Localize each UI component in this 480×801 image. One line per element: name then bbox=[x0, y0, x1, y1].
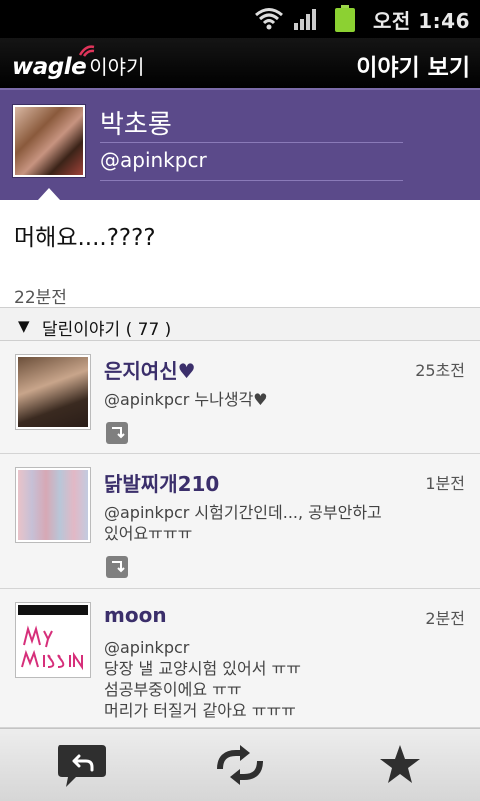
replies-count-label: 달린이야기 ( 77 ) bbox=[42, 320, 172, 340]
profile-handle[interactable]: @apinkpcr bbox=[100, 148, 207, 172]
avatar[interactable] bbox=[12, 104, 86, 178]
logo-wave-icon bbox=[78, 42, 96, 61]
reply-line: @apinkpcr 시험기간인데..., 공부안하고 bbox=[104, 503, 382, 522]
reply-arrow-icon[interactable] bbox=[106, 556, 128, 578]
bottom-toolbar bbox=[0, 728, 480, 801]
reply-time: 25초전 bbox=[415, 361, 465, 380]
app-logo: wagle 이야기 bbox=[12, 45, 145, 80]
list-item[interactable]: moon 2분전 @apinkpcr 당장 낼 교양시험 있어서 ㅠㅠ 섬공부중… bbox=[0, 589, 480, 728]
reply-line: 당장 낼 교양시험 있어서 ㅠㅠ bbox=[104, 659, 301, 678]
profile-name[interactable]: 박초롱 bbox=[100, 104, 172, 141]
collapse-triangle-icon: ▼ bbox=[18, 317, 30, 335]
reply-button[interactable] bbox=[52, 739, 112, 791]
star-icon bbox=[370, 745, 430, 795]
reply-text: @apinkpcr 당장 낼 교양시험 있어서 ㅠㅠ 섬공부중이에요 ㅠㅠ 머리… bbox=[104, 637, 424, 721]
reply-time: 2분전 bbox=[425, 609, 465, 628]
replies-header[interactable]: ▼ 달린이야기 ( 77 ) bbox=[0, 307, 480, 341]
reply-line: @apinkpcr 누나생각♥ bbox=[104, 390, 268, 409]
logo-sub: 이야기 bbox=[89, 55, 145, 79]
logo-brand: wagle bbox=[12, 54, 87, 80]
reply-line: 있어요ㅠㅠㅠ bbox=[104, 524, 193, 543]
reply-text: @apinkpcr 누나생각♥ bbox=[104, 389, 424, 410]
retweet-icon bbox=[210, 745, 270, 795]
reply-author[interactable]: 닭발찌개210 bbox=[104, 468, 219, 497]
divider bbox=[100, 180, 403, 181]
profile-header: 박초롱 @apinkpcr bbox=[0, 88, 480, 200]
reply-author[interactable]: 은지여신♥ bbox=[104, 355, 196, 384]
clock: 오전 1:46 bbox=[372, 9, 470, 33]
speech-pointer bbox=[38, 188, 60, 200]
page-title: 이야기 보기 bbox=[356, 55, 470, 81]
status-bar: 오전 1:46 bbox=[0, 0, 480, 38]
message-time: 22분전 bbox=[14, 288, 67, 308]
divider bbox=[100, 142, 403, 143]
reply-arrow-icon[interactable] bbox=[106, 422, 128, 444]
reply-author[interactable]: moon bbox=[104, 603, 167, 627]
signal-icon bbox=[294, 8, 320, 34]
favorite-button[interactable] bbox=[370, 739, 430, 791]
message-text: 머해요....???? bbox=[14, 225, 156, 251]
reply-line: 섬공부중이에요 ㅠㅠ bbox=[104, 680, 242, 699]
wifi-icon bbox=[254, 6, 284, 34]
reply-time: 1분전 bbox=[425, 474, 465, 493]
reply-icon bbox=[52, 745, 112, 795]
avatar[interactable] bbox=[15, 467, 91, 543]
list-item[interactable]: 닭발찌개210 1분전 @apinkpcr 시험기간인데..., 공부안하고 있… bbox=[0, 454, 480, 589]
reply-text: @apinkpcr 시험기간인데..., 공부안하고 있어요ㅠㅠㅠ bbox=[104, 502, 424, 544]
avatar[interactable] bbox=[15, 602, 91, 678]
battery-icon bbox=[334, 5, 356, 37]
reply-line: 머리가 터질거 같아요 ㅠㅠㅠ bbox=[104, 701, 296, 720]
list-item[interactable]: 은지여신♥ 25초전 @apinkpcr 누나생각♥ bbox=[0, 341, 480, 454]
app-bar: wagle 이야기 이야기 보기 bbox=[0, 38, 480, 88]
retweet-button[interactable] bbox=[210, 739, 270, 791]
reply-line: @apinkpcr bbox=[104, 638, 190, 657]
avatar[interactable] bbox=[15, 354, 91, 430]
